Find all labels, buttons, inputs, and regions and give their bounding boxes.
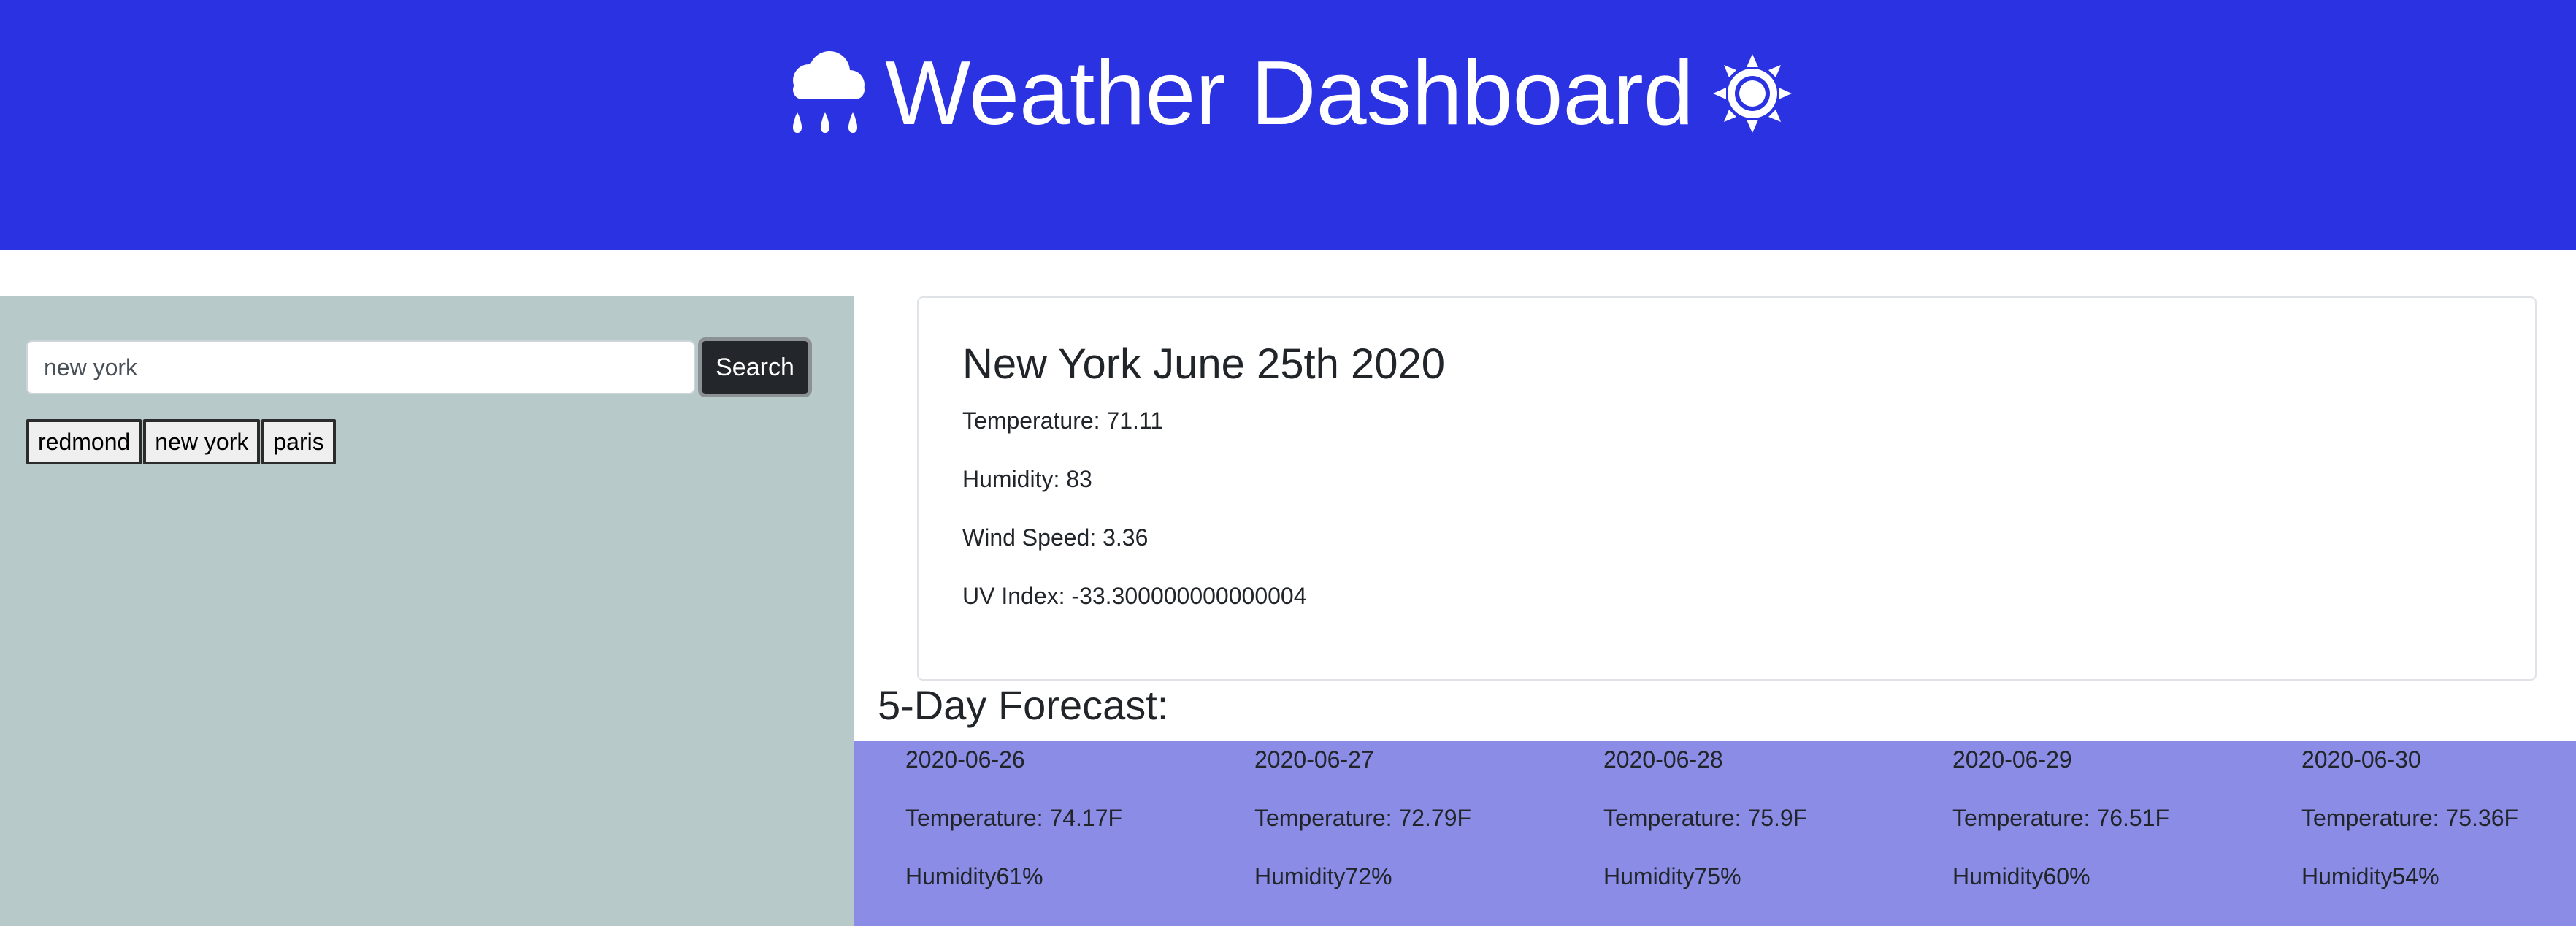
search-history: redmond new york paris [26,419,336,464]
forecast-temperature: Temperature: 75.9F [1603,805,1808,831]
forecast-temperature: Temperature: 74.17F [905,805,1123,831]
current-wind-speed: Wind Speed: 3.36 [962,524,1149,551]
forecast-day: 2020-06-30 Temperature: 75.36F Humidity5… [2301,741,2576,926]
forecast-date: 2020-06-26 [905,746,1025,773]
forecast-date: 2020-06-27 [1254,746,1374,773]
history-button-redmond[interactable]: redmond [26,419,142,464]
current-uv-index: UV Index: -33.300000000000004 [962,583,1307,609]
forecast-day: 2020-06-26 Temperature: 74.17F Humidity6… [905,741,1227,926]
history-button-paris[interactable]: paris [261,419,336,464]
city-search-input[interactable] [26,340,695,394]
forecast-heading: 5-Day Forecast: [878,682,1169,728]
current-humidity: Humidity: 83 [962,466,1092,492]
current-temperature: Temperature: 71.11 [962,407,1164,434]
forecast-day: 2020-06-29 Temperature: 76.51F Humidity6… [1952,741,2274,926]
search-button[interactable]: Search [698,337,812,397]
sun-icon [1710,51,1795,136]
cloud-rain-icon [781,48,869,139]
header-title-row: Weather Dashboard [0,35,2576,152]
history-button-new-york[interactable]: new york [143,419,261,464]
forecast-date: 2020-06-30 [2301,746,2421,773]
page-title: Weather Dashboard [885,43,1694,144]
forecast-humidity: Humidity72% [1254,863,1392,889]
forecast-date: 2020-06-29 [1952,746,2072,773]
forecast-day: 2020-06-27 Temperature: 72.79F Humidity7… [1254,741,1576,926]
forecast-humidity: Humidity75% [1603,863,1741,889]
forecast-humidity: Humidity54% [2301,863,2439,889]
current-weather-card: New York June 25th 2020 Temperature: 71.… [917,296,2537,681]
forecast-day: 2020-06-28 Temperature: 75.9F Humidity75… [1603,741,1925,926]
forecast-temperature: Temperature: 72.79F [1254,805,1472,831]
current-city-title: New York June 25th 2020 [962,340,1446,388]
forecast-temperature: Temperature: 75.36F [2301,805,2519,831]
page-header: Weather Dashboard [0,0,2576,250]
forecast-row: 2020-06-26 Temperature: 74.17F Humidity6… [854,741,2576,926]
forecast-humidity: Humidity61% [905,863,1043,889]
forecast-date: 2020-06-28 [1603,746,1723,773]
forecast-humidity: Humidity60% [1952,863,2090,889]
forecast-temperature: Temperature: 76.51F [1952,805,2170,831]
